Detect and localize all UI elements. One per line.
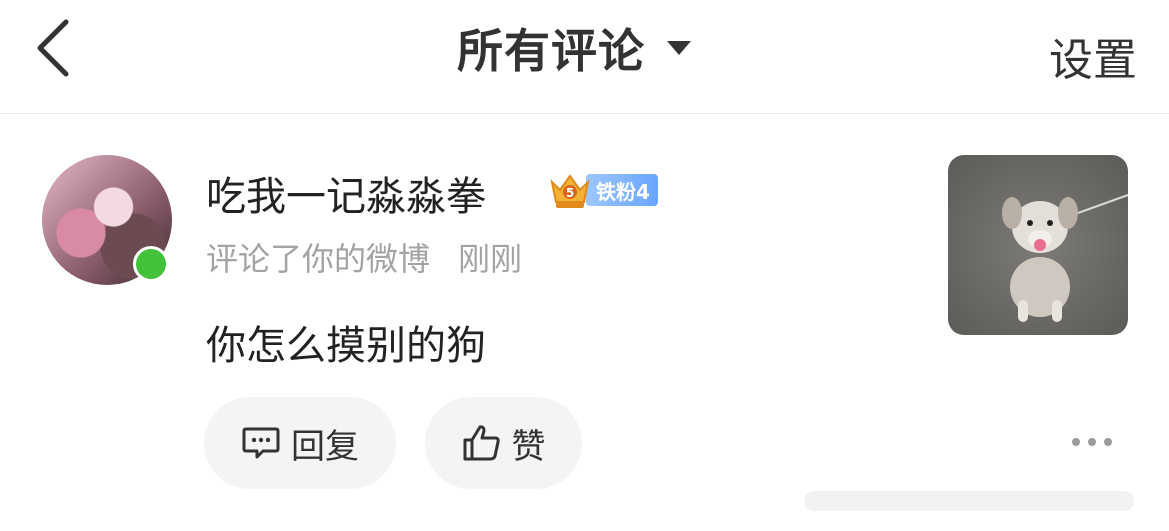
username[interactable]: 吃我一记淼淼拳 bbox=[206, 164, 486, 222]
reply-label: 回复 bbox=[291, 426, 359, 467]
like-label: 赞 bbox=[511, 426, 546, 467]
reply-button[interactable]: 回复 bbox=[204, 397, 396, 489]
comment-meta: 评论了你的微博 刚刚 bbox=[206, 234, 522, 280]
comment-filter-dropdown[interactable]: 所有评论 bbox=[457, 18, 691, 78]
back-button[interactable] bbox=[30, 16, 80, 80]
thumbs-up-icon bbox=[463, 425, 500, 461]
like-button[interactable]: 赞 bbox=[425, 397, 582, 489]
more-dot bbox=[1104, 438, 1112, 446]
post-thumbnail[interactable] bbox=[948, 155, 1128, 335]
comment-icon bbox=[242, 427, 280, 459]
page-title: 所有评论 bbox=[457, 24, 645, 78]
crown-badge-icon: 5 bbox=[548, 170, 592, 210]
caret-down-icon bbox=[667, 41, 691, 55]
online-status-dot bbox=[133, 246, 169, 282]
crown-badge-level: 5 bbox=[566, 186, 574, 200]
more-options-button[interactable] bbox=[1072, 432, 1112, 452]
more-dot bbox=[1088, 438, 1096, 446]
watermark-image bbox=[804, 491, 1134, 511]
more-dot bbox=[1072, 438, 1080, 446]
fan-badge-label: 铁粉4 bbox=[586, 174, 658, 206]
chevron-left-icon bbox=[37, 19, 69, 77]
action-text: 评论了你的微博 bbox=[206, 240, 431, 278]
comment-text: 你怎么摸别的狗 bbox=[206, 323, 486, 369]
top-bar: 所有评论 设置 bbox=[0, 0, 1169, 114]
timestamp: 刚刚 bbox=[458, 240, 523, 278]
fan-badge[interactable]: 5 铁粉4 bbox=[548, 170, 658, 210]
dog-photo bbox=[948, 155, 1128, 335]
settings-button[interactable]: 设置 bbox=[1049, 24, 1137, 88]
